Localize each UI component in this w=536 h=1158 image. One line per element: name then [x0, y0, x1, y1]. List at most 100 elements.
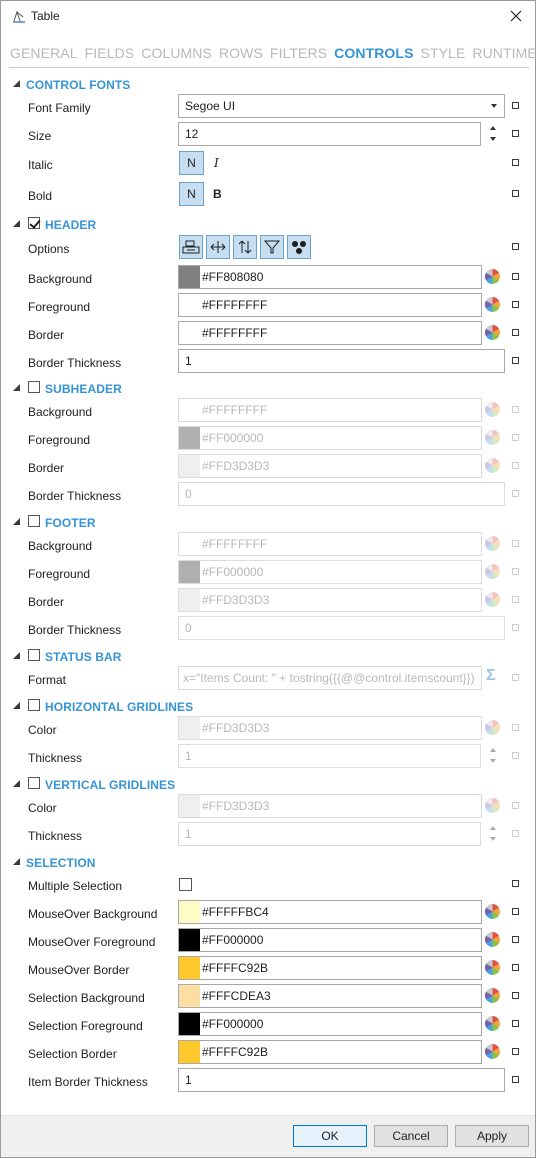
collapse-triangle-icon[interactable] [13, 652, 20, 659]
collapse-triangle-icon[interactable] [13, 384, 20, 391]
section-horizontal-gridlines[interactable]: HORIZONTAL GRIDLINES [1, 697, 535, 717]
color-picker-icon[interactable] [485, 798, 500, 813]
property-marker[interactable] [512, 908, 519, 915]
header-enabled-checkbox[interactable] [28, 217, 40, 229]
color-picker-icon[interactable] [485, 904, 500, 919]
tab-columns[interactable]: COLUMNS [141, 45, 212, 61]
property-marker[interactable] [512, 301, 519, 308]
property-marker[interactable] [512, 190, 519, 197]
collapse-triangle-icon[interactable] [13, 858, 20, 865]
h-grid-color-input[interactable]: #FFD3D3D3 [178, 716, 482, 740]
property-marker[interactable] [512, 490, 519, 497]
tab-filters[interactable]: FILTERS [270, 45, 327, 61]
h-grid-thickness-input[interactable]: 1 [178, 744, 481, 768]
tab-style[interactable]: STYLE [421, 45, 466, 61]
selection-background-input[interactable]: #FFFCDEA3 [178, 984, 482, 1008]
property-marker[interactable] [512, 243, 519, 250]
property-marker[interactable] [512, 964, 519, 971]
sort-vertical-button[interactable] [233, 235, 257, 259]
vertical-gridlines-checkbox[interactable] [28, 777, 40, 789]
property-marker[interactable] [512, 329, 519, 336]
font-family-select[interactable]: Segoe UI [178, 94, 505, 118]
format-input[interactable]: x="Items Count: " + tostring({{@@control… [178, 666, 482, 690]
collapse-triangle-icon[interactable] [13, 780, 20, 787]
color-picker-icon[interactable] [485, 720, 500, 735]
stepper-down-icon[interactable] [490, 759, 496, 763]
property-marker[interactable] [512, 936, 519, 943]
apply-button[interactable]: Apply [455, 1125, 529, 1147]
color-picker-icon[interactable] [485, 988, 500, 1003]
color-picker-icon[interactable] [485, 458, 500, 473]
section-subheader[interactable]: SUBHEADER [1, 379, 535, 399]
wrap-text-button[interactable] [179, 235, 203, 259]
subheader-background-input[interactable]: #FFFFFFFF [178, 398, 482, 422]
mouseover-background-input[interactable]: #FFFFFBC4 [178, 900, 482, 924]
property-marker[interactable] [512, 434, 519, 441]
tab-rows[interactable]: ROWS [219, 45, 263, 61]
subheader-border-thickness-input[interactable]: 0 [178, 482, 505, 506]
property-marker[interactable] [512, 802, 519, 809]
stepper-up-icon[interactable] [490, 826, 496, 830]
property-marker[interactable] [512, 357, 519, 364]
section-selection[interactable]: SELECTION [1, 853, 535, 873]
color-picker-icon[interactable] [485, 297, 500, 312]
property-marker[interactable] [512, 1020, 519, 1027]
collapse-triangle-icon[interactable] [13, 220, 20, 227]
close-button[interactable] [505, 5, 527, 27]
multiple-selection-checkbox[interactable] [179, 878, 192, 891]
property-marker[interactable] [512, 130, 519, 137]
status-bar-enabled-checkbox[interactable] [28, 649, 40, 661]
filter-button[interactable] [260, 235, 284, 259]
color-picker-icon[interactable] [485, 269, 500, 284]
thickness-stepper[interactable] [489, 825, 497, 843]
color-picker-icon[interactable] [485, 325, 500, 340]
collapse-triangle-icon[interactable] [13, 702, 20, 709]
tab-runtime[interactable]: RUNTIME [472, 45, 536, 61]
resize-horizontal-button[interactable] [206, 235, 230, 259]
stepper-down-icon[interactable] [490, 837, 496, 841]
sigma-icon[interactable]: Σ [486, 667, 496, 685]
property-marker[interactable] [512, 752, 519, 759]
footer-enabled-checkbox[interactable] [28, 515, 40, 527]
italic-glyph[interactable]: I [214, 156, 219, 170]
header-foreground-input[interactable]: #FFFFFFFF [178, 293, 482, 317]
size-input[interactable]: 12 [178, 122, 481, 146]
footer-foreground-input[interactable]: #FF000000 [178, 560, 482, 584]
header-border-input[interactable]: #FFFFFFFF [178, 321, 482, 345]
horizontal-gridlines-checkbox[interactable] [28, 699, 40, 711]
selection-border-input[interactable]: #FFFFC92B [178, 1040, 482, 1064]
color-picker-icon[interactable] [485, 932, 500, 947]
property-marker[interactable] [512, 1048, 519, 1055]
bold-glyph[interactable]: B [213, 187, 222, 201]
dots-button[interactable] [287, 235, 311, 259]
color-picker-icon[interactable] [485, 1044, 500, 1059]
color-picker-icon[interactable] [485, 1016, 500, 1031]
section-control-fonts[interactable]: CONTROL FONTS [1, 75, 535, 95]
property-marker[interactable] [512, 992, 519, 999]
footer-border-thickness-input[interactable]: 0 [178, 616, 505, 640]
tab-fields[interactable]: FIELDS [85, 45, 135, 61]
subheader-enabled-checkbox[interactable] [28, 381, 40, 393]
property-marker[interactable] [512, 462, 519, 469]
mouseover-foreground-input[interactable]: #FF000000 [178, 928, 482, 952]
color-picker-icon[interactable] [485, 430, 500, 445]
subheader-border-input[interactable]: #FFD3D3D3 [178, 454, 482, 478]
property-marker[interactable] [512, 102, 519, 109]
tab-general[interactable]: GENERAL [10, 45, 78, 61]
italic-normal-toggle[interactable]: N [179, 151, 204, 175]
selection-foreground-input[interactable]: #FF000000 [178, 1012, 482, 1036]
item-border-thickness-input[interactable]: 1 [178, 1068, 505, 1092]
stepper-down-icon[interactable] [490, 137, 496, 141]
section-footer[interactable]: FOOTER [1, 513, 535, 533]
section-vertical-gridlines[interactable]: VERTICAL GRIDLINES [1, 775, 535, 795]
subheader-foreground-input[interactable]: #FF000000 [178, 426, 482, 450]
collapse-triangle-icon[interactable] [13, 518, 20, 525]
property-marker[interactable] [512, 568, 519, 575]
header-border-thickness-input[interactable]: 1 [178, 349, 505, 373]
cancel-button[interactable]: Cancel [374, 1125, 448, 1147]
property-marker[interactable] [512, 880, 519, 887]
property-marker[interactable] [512, 674, 519, 681]
ok-button[interactable]: OK [293, 1125, 367, 1147]
property-marker[interactable] [512, 540, 519, 547]
color-picker-icon[interactable] [485, 564, 500, 579]
